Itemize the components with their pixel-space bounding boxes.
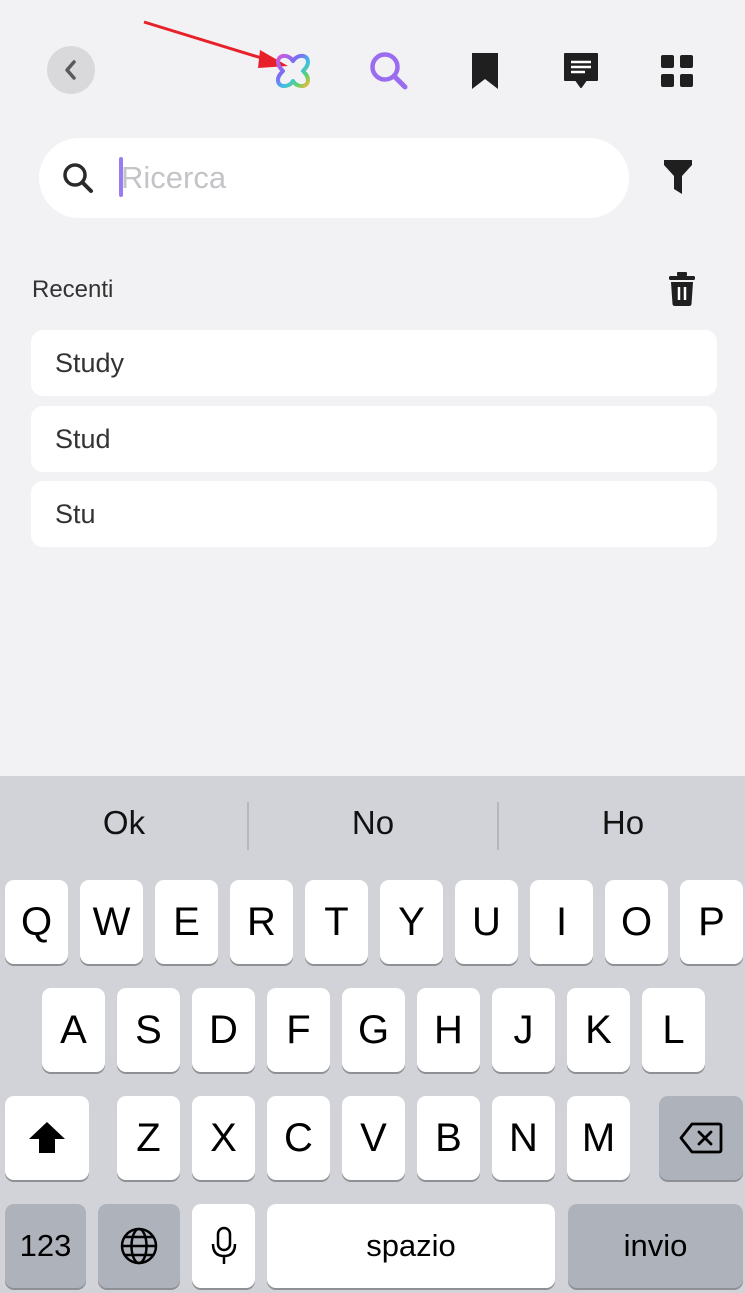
key[interactable]: D [192, 988, 255, 1072]
key[interactable]: B [417, 1096, 480, 1180]
key[interactable]: R [230, 880, 293, 964]
recent-item-label: Study [55, 347, 125, 378]
key[interactable]: A [42, 988, 105, 1072]
search-tab-button[interactable] [364, 46, 414, 96]
numbers-key[interactable]: 123 [5, 1204, 86, 1288]
key[interactable]: E [155, 880, 218, 964]
key[interactable]: F [267, 988, 330, 1072]
filter-button[interactable] [655, 154, 701, 200]
bookmark-icon [472, 53, 498, 89]
key[interactable]: J [492, 988, 555, 1072]
key[interactable]: U [455, 880, 518, 964]
key[interactable]: Z [117, 1096, 180, 1180]
key[interactable]: K [567, 988, 630, 1072]
microphone-icon [211, 1226, 236, 1264]
search-icon [370, 52, 408, 90]
grid-menu-button[interactable] [652, 46, 702, 96]
shift-key[interactable] [5, 1096, 89, 1180]
key[interactable]: T [305, 880, 368, 964]
recent-item[interactable]: Stud [31, 406, 717, 472]
key[interactable]: N [492, 1096, 555, 1180]
return-key[interactable]: invio [568, 1204, 743, 1288]
key[interactable]: X [192, 1096, 255, 1180]
key[interactable]: G [342, 988, 405, 1072]
key[interactable]: S [117, 988, 180, 1072]
trash-icon [669, 272, 695, 306]
space-key[interactable]: spazio [267, 1204, 555, 1288]
back-button[interactable] [47, 46, 95, 94]
ai-flower-icon [276, 53, 310, 89]
key[interactable]: H [417, 988, 480, 1072]
chat-icon [564, 53, 598, 88]
recent-title: Recenti [32, 276, 114, 303]
key[interactable]: V [342, 1096, 405, 1180]
suggestion[interactable]: No [249, 804, 497, 842]
suggestion[interactable]: Ok [0, 804, 248, 842]
key[interactable]: W [80, 880, 143, 964]
key[interactable]: O [605, 880, 668, 964]
clear-recent-button[interactable] [662, 268, 702, 310]
search-bar[interactable] [39, 138, 629, 218]
key[interactable]: Q [5, 880, 68, 964]
search-input[interactable] [119, 156, 591, 200]
key[interactable]: P [680, 880, 743, 964]
key[interactable]: Y [380, 880, 443, 964]
recent-item-label: Stu [55, 498, 96, 529]
suggestion[interactable]: Ho [499, 804, 745, 842]
key[interactable]: C [267, 1096, 330, 1180]
globe-key[interactable] [98, 1204, 180, 1288]
dictation-key[interactable] [192, 1204, 255, 1288]
recent-item[interactable]: Study [31, 330, 717, 396]
recent-item-label: Stud [55, 423, 111, 454]
key[interactable]: L [642, 988, 705, 1072]
filter-icon [664, 160, 692, 194]
chat-button[interactable] [556, 46, 606, 96]
bookmark-button[interactable] [460, 46, 510, 96]
key[interactable]: I [530, 880, 593, 964]
backspace-key[interactable] [659, 1096, 743, 1180]
backspace-icon [679, 1122, 723, 1154]
globe-icon [120, 1227, 158, 1265]
ai-flower-button[interactable] [268, 46, 318, 96]
shift-icon [29, 1122, 65, 1153]
key[interactable]: M [567, 1096, 630, 1180]
search-field-icon [63, 163, 93, 193]
text-cursor [119, 157, 123, 197]
keyboard: Ok No Ho Q W E R T Y U I O P A S D F G H… [0, 776, 745, 1293]
chevron-left-icon [65, 60, 76, 80]
grid-icon [661, 55, 693, 87]
recent-item[interactable]: Stu [31, 481, 717, 547]
